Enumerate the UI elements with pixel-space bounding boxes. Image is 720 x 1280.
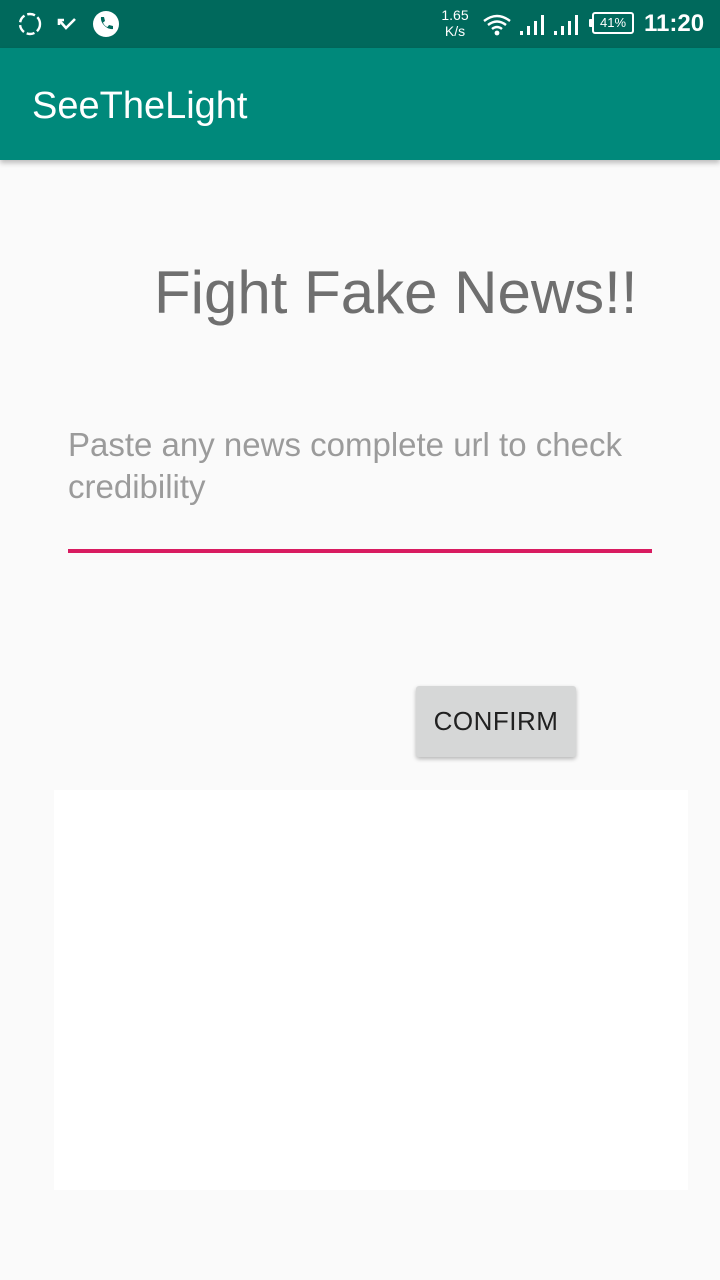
network-speed: 1.65 K/s — [438, 7, 472, 39]
status-bar-notifications — [16, 10, 120, 38]
result-panel — [54, 790, 688, 1190]
status-bar: 1.65 K/s 41% 11:20 — [0, 0, 720, 48]
app-title: SeeTheLight — [32, 85, 248, 127]
signal-icon — [554, 15, 578, 35]
url-input-underline — [68, 549, 652, 553]
url-input[interactable]: Paste any news complete url to check cre… — [68, 424, 652, 548]
page-headline: Fight Fake News!! — [154, 259, 638, 326]
confirm-button[interactable]: CONFIRM — [416, 686, 576, 757]
network-speed-value: 1.65 — [441, 7, 469, 23]
sync-icon — [16, 10, 44, 38]
wifi-icon — [483, 14, 511, 36]
network-speed-unit: K/s — [444, 23, 466, 39]
missed-call-icon — [54, 10, 82, 38]
phone-icon — [92, 10, 120, 38]
status-time: 11:20 — [644, 10, 705, 37]
battery-icon: 41% — [589, 12, 634, 34]
signal-icon — [520, 15, 544, 35]
